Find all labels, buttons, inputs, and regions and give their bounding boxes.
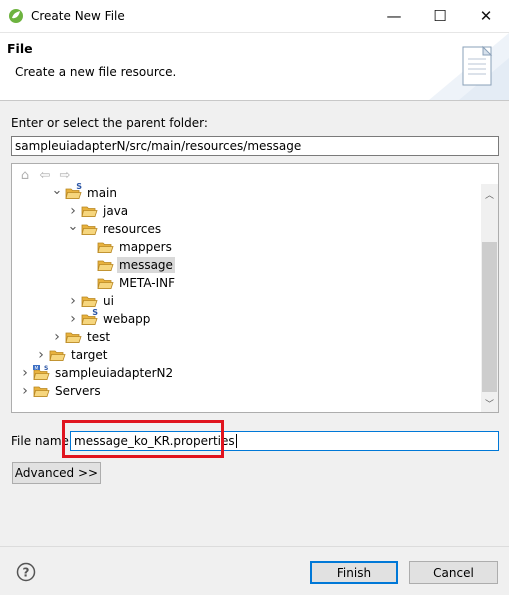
- folder-icon: [32, 382, 50, 400]
- tree-item-test[interactable]: › test: [50, 328, 112, 346]
- tree-scrollbar[interactable]: ︿ ﹀: [481, 184, 498, 412]
- tree-item-label: sampleuiadapterN2: [55, 366, 174, 380]
- svg-text:S: S: [44, 365, 48, 372]
- expanded-chevron-icon[interactable]: ⌄: [50, 181, 64, 199]
- parent-folder-label: Enter or select the parent folder:: [11, 116, 208, 130]
- maximize-button[interactable]: ☐: [417, 0, 463, 32]
- advanced-button[interactable]: Advanced >>: [12, 462, 101, 484]
- expanded-chevron-icon[interactable]: ⌄: [66, 217, 80, 235]
- folder-icon: [80, 220, 98, 238]
- folder-icon: [64, 328, 82, 346]
- tree-item-message[interactable]: message: [82, 256, 175, 274]
- maximize-icon: ☐: [433, 7, 447, 25]
- tree-item-servers[interactable]: › Servers: [18, 382, 103, 400]
- close-button[interactable]: ✕: [463, 0, 509, 32]
- text-cursor: [235, 434, 237, 448]
- tree-item-label: java: [103, 204, 129, 218]
- source-folder-icon: S: [64, 182, 82, 202]
- tree-toolbar: ⌂ ⇦ ⇨: [17, 166, 73, 184]
- collapsed-chevron-icon[interactable]: ›: [18, 382, 32, 400]
- tree-item-meta-inf[interactable]: META-INF: [82, 274, 177, 292]
- collapsed-chevron-icon[interactable]: ›: [34, 346, 48, 364]
- tree-item-sampleuiadaptern2[interactable]: › M SsampleuiadapterN2: [18, 364, 175, 382]
- header-title: File: [7, 41, 33, 56]
- tree-item-main[interactable]: ⌄ Smain: [50, 181, 119, 202]
- tree-item-label: META-INF: [119, 276, 176, 290]
- cancel-button[interactable]: Cancel: [409, 561, 498, 584]
- spring-app-icon: [9, 9, 23, 23]
- tree-item-label: mappers: [119, 240, 172, 254]
- home-icon[interactable]: ⌂: [17, 167, 33, 183]
- collapsed-chevron-icon[interactable]: ›: [18, 364, 32, 382]
- window-title: Create New File: [31, 9, 125, 23]
- footer-separator: [0, 546, 509, 547]
- svg-text:M: M: [34, 365, 38, 371]
- parent-folder-input[interactable]: sampleuiadapterN/src/main/resources/mess…: [11, 136, 499, 156]
- project-icon: MS: [32, 364, 50, 382]
- finish-button[interactable]: Finish: [310, 561, 398, 584]
- collapsed-chevron-icon[interactable]: ›: [66, 310, 80, 328]
- scroll-up-icon[interactable]: ︿: [481, 186, 498, 203]
- tree-item-label: main: [87, 186, 117, 200]
- folder-tree[interactable]: ⌂ ⇦ ⇨ ⌄ Smain › java ⌄ resources mappers messag…: [11, 163, 499, 413]
- tree-item-label: ui: [103, 294, 114, 308]
- folder-icon: [96, 238, 114, 256]
- tree-item-label: test: [87, 330, 111, 344]
- tree-item-label: message: [117, 257, 175, 273]
- folder-icon: [96, 256, 114, 274]
- collapsed-chevron-icon[interactable]: ›: [66, 292, 80, 310]
- source-folder-icon: S: [80, 308, 98, 328]
- title-bar: Create New File — ☐ ✕: [0, 0, 509, 33]
- close-icon: ✕: [479, 7, 493, 25]
- folder-icon: [80, 202, 98, 220]
- tree-item-mappers[interactable]: mappers: [82, 238, 174, 256]
- tree-item-label: Servers: [55, 384, 101, 398]
- highlight-box: [62, 420, 224, 458]
- minimize-icon: —: [386, 7, 402, 25]
- collapsed-chevron-icon[interactable]: ›: [50, 328, 64, 346]
- header-description: Create a new file resource.: [15, 65, 177, 79]
- folder-icon: [48, 346, 66, 364]
- tree-item-label: resources: [103, 222, 162, 236]
- new-file-banner-icon: [429, 33, 509, 100]
- tree-item-label: webapp: [103, 312, 151, 326]
- wizard-header: File Create a new file resource.: [0, 33, 509, 101]
- folder-icon: [96, 274, 114, 292]
- help-icon[interactable]: ?: [16, 562, 36, 582]
- minimize-button[interactable]: —: [371, 0, 417, 32]
- tree-item-ui[interactable]: › ui: [66, 292, 116, 310]
- svg-text:?: ?: [23, 566, 30, 580]
- scrollbar-thumb[interactable]: [482, 242, 497, 392]
- tree-item-webapp[interactable]: › Swebapp: [66, 308, 152, 328]
- scroll-down-icon[interactable]: ﹀: [481, 395, 498, 412]
- tree-item-label: target: [71, 348, 108, 362]
- tree-item-target[interactable]: › target: [34, 346, 110, 364]
- tree-item-resources[interactable]: ⌄ resources: [66, 217, 163, 238]
